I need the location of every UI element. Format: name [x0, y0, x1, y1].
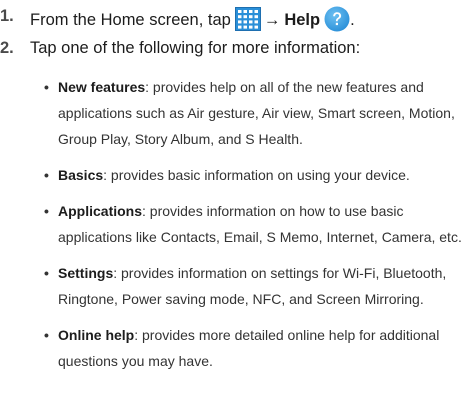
step-number: 2. [0, 39, 14, 57]
bullet-dot: • [44, 203, 49, 219]
apps-grid-icon [234, 7, 261, 31]
arrow-symbol: → [263, 11, 281, 29]
step-1-prefix: From the Home screen, tap [30, 11, 231, 29]
option-term: New features [58, 79, 146, 95]
step-1-text: From the Home screen, tap → Help. [30, 6, 355, 32]
option-term: Settings [58, 265, 114, 281]
help-question-icon [324, 6, 350, 32]
bullet-dot: • [44, 327, 49, 343]
list-item-applications: • Applications: provides information on h… [44, 198, 464, 250]
step-2-text: Tap one of the following for more inform… [30, 39, 361, 57]
option-term: Online help [58, 327, 135, 343]
help-options-list: • New features: provides help on all of t… [44, 74, 464, 384]
bullet-dot: • [44, 167, 49, 183]
list-item-settings: • Settings: provides information on setti… [44, 260, 464, 312]
option-term: Basics [58, 167, 104, 183]
step-1-suffix: . [350, 11, 355, 29]
option-description: : provides information on settings for W… [58, 265, 447, 307]
list-item-online-help: • Online help: provides more detailed onl… [44, 322, 464, 374]
step-number: 1. [0, 7, 14, 25]
help-instructions-page: 1. From the Home screen, tap → Help. 2. Ta… [0, 0, 473, 396]
list-item-new-features: • New features: provides help on all of t… [44, 74, 464, 152]
list-item-basics: • Basics: provides basic information on u… [44, 162, 464, 188]
help-target-label: Help [284, 11, 321, 29]
option-description: : provides basic information on using yo… [103, 167, 410, 183]
option-term: Applications [58, 203, 143, 219]
bullet-dot: • [44, 265, 49, 281]
bullet-dot: • [44, 79, 49, 95]
